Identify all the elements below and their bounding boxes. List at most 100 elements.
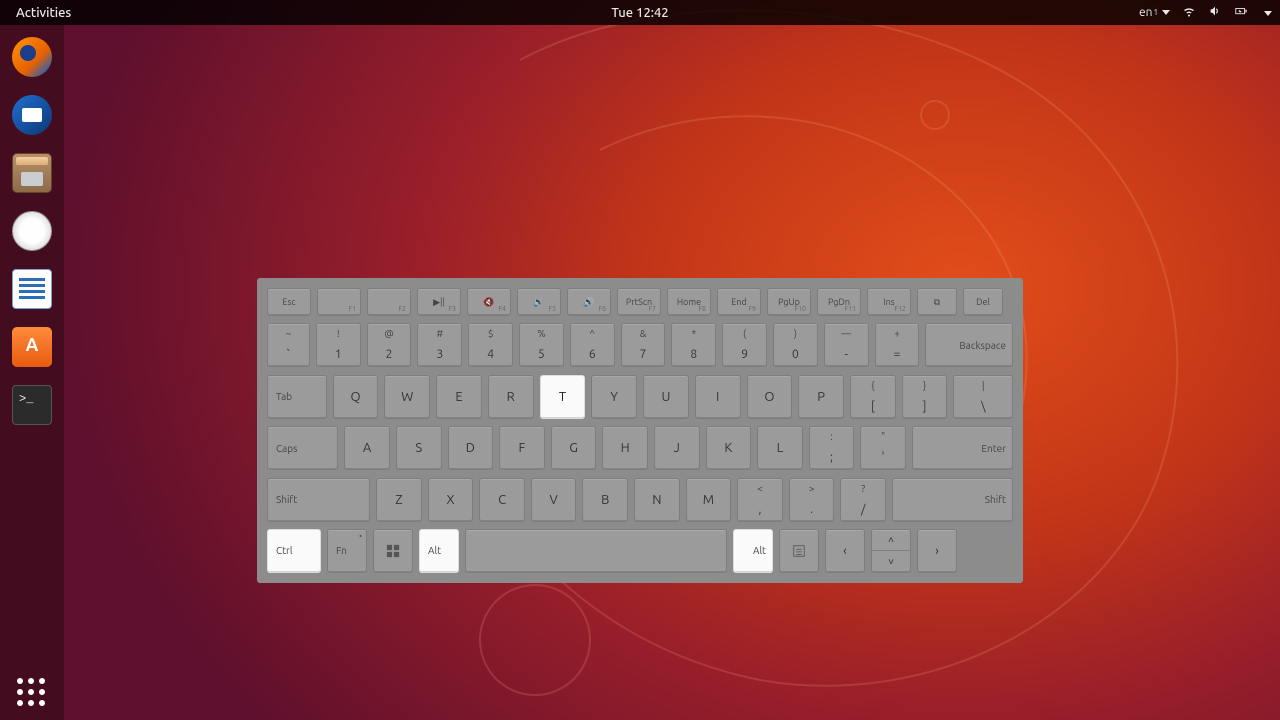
terminal-icon[interactable] xyxy=(8,381,56,429)
key-v[interactable]: V xyxy=(531,478,577,522)
key-prtscn[interactable]: PrtScnF7 xyxy=(617,288,661,316)
key-o[interactable]: O xyxy=(747,375,793,419)
key-[interactable]: <, xyxy=(737,478,783,522)
battery-icon[interactable] xyxy=(1234,4,1248,21)
key-[interactable]: "' xyxy=(860,426,906,470)
key-[interactable]: :; xyxy=(809,426,855,470)
key-w[interactable]: W xyxy=(384,375,430,419)
key-[interactable]: {[ xyxy=(850,375,896,419)
key-h[interactable]: H xyxy=(602,426,648,470)
key-b[interactable]: B xyxy=(582,478,628,522)
key-t[interactable]: T xyxy=(540,375,586,419)
key-[interactable]: —- xyxy=(824,323,869,367)
key-[interactable]: }] xyxy=(902,375,948,419)
key-y[interactable]: Y xyxy=(591,375,637,419)
key-[interactable]: ▶||F3 xyxy=(417,288,461,316)
key-n[interactable]: N xyxy=(634,478,680,522)
software-icon[interactable] xyxy=(8,323,56,371)
key-e[interactable]: E xyxy=(436,375,482,419)
key-menu[interactable] xyxy=(779,529,819,573)
system-menu-caret[interactable] xyxy=(1260,6,1272,19)
key-[interactable]: |\ xyxy=(953,375,1013,419)
key-[interactable]: ⧉ xyxy=(917,288,957,316)
key-[interactable]: ‹ xyxy=(825,529,865,573)
key-caps[interactable]: Caps xyxy=(267,426,338,470)
key-[interactable]: ~` xyxy=(267,323,310,367)
key-pgdn[interactable]: PgDnF11 xyxy=(817,288,861,316)
key-g[interactable]: G xyxy=(551,426,597,470)
key-key[interactable]: F2 xyxy=(367,288,411,316)
key-ctrl[interactable]: Ctrl xyxy=(267,529,321,573)
key-key[interactable] xyxy=(465,529,727,573)
key-home[interactable]: HomeF8 xyxy=(667,288,711,316)
key-1[interactable]: !1 xyxy=(316,323,361,367)
onscreen-keyboard: EscF1F2▶||F3🔇F4🔉F5🔊F6PrtScnF7HomeF8EndF9… xyxy=(257,278,1023,583)
key-4[interactable]: $4 xyxy=(468,323,513,367)
key-q[interactable]: Q xyxy=(333,375,379,419)
key-9[interactable]: (9 xyxy=(722,323,767,367)
key-l[interactable]: L xyxy=(757,426,803,470)
key-[interactable]: 🔉F5 xyxy=(517,288,561,316)
system-tray: en1 xyxy=(1139,4,1272,21)
key-key[interactable]: ˄˅ xyxy=(871,529,911,573)
activities-button[interactable]: Activities xyxy=(8,6,79,20)
key-key[interactable]: F1 xyxy=(317,288,361,316)
key-3[interactable]: #3 xyxy=(417,323,462,367)
key-6[interactable]: ^6 xyxy=(570,323,615,367)
kbd-row-q: TabQWERTYUIOP{[}]|\ xyxy=(267,375,1013,419)
key-5[interactable]: %5 xyxy=(519,323,564,367)
key-del[interactable]: Del xyxy=(963,288,1003,316)
key-d[interactable]: D xyxy=(448,426,494,470)
rhythmbox-icon[interactable] xyxy=(8,207,56,255)
key-8[interactable]: *8 xyxy=(671,323,716,367)
key-esc[interactable]: Esc xyxy=(267,288,311,316)
key-s[interactable]: S xyxy=(396,426,442,470)
kbd-row-fn: EscF1F2▶||F3🔇F4🔉F5🔊F6PrtScnF7HomeF8EndF9… xyxy=(267,288,1013,316)
key-r[interactable]: R xyxy=(488,375,534,419)
key-[interactable]: 🔊F6 xyxy=(567,288,611,316)
key-alt[interactable]: Alt xyxy=(733,529,773,573)
input-method-indicator[interactable]: en1 xyxy=(1139,6,1170,19)
key-[interactable]: › xyxy=(917,529,957,573)
key-shift[interactable]: Shift xyxy=(267,478,370,522)
key-win[interactable] xyxy=(373,529,413,573)
key-ins[interactable]: InsF12 xyxy=(867,288,911,316)
key-i[interactable]: I xyxy=(695,375,741,419)
kbd-row-num: ~`!1@2#3$4%5^6&7*8(9)0—-+=Backspace xyxy=(267,323,1013,367)
key-c[interactable]: C xyxy=(479,478,525,522)
key-fn[interactable]: Fn• xyxy=(327,529,367,573)
firefox-icon[interactable] xyxy=(8,33,56,81)
key-j[interactable]: J xyxy=(654,426,700,470)
key-f[interactable]: F xyxy=(499,426,545,470)
files-icon[interactable] xyxy=(8,149,56,197)
key-k[interactable]: K xyxy=(706,426,752,470)
key-7[interactable]: &7 xyxy=(621,323,666,367)
network-icon[interactable] xyxy=(1182,4,1196,21)
writer-icon[interactable] xyxy=(8,265,56,313)
key-[interactable]: >. xyxy=(789,478,835,522)
key-pgup[interactable]: PgUpF10 xyxy=(767,288,811,316)
key-a[interactable]: A xyxy=(344,426,390,470)
key-x[interactable]: X xyxy=(428,478,474,522)
kbd-row-z: ShiftZXCVBNM<,>.?/Shift xyxy=(267,478,1013,522)
key-2[interactable]: @2 xyxy=(367,323,412,367)
key-tab[interactable]: Tab xyxy=(267,375,327,419)
key-p[interactable]: P xyxy=(798,375,844,419)
key-enter[interactable]: Enter xyxy=(912,426,1013,470)
key-0[interactable]: )0 xyxy=(773,323,818,367)
key-u[interactable]: U xyxy=(643,375,689,419)
kbd-row-bot: CtrlFn• Alt Alt ‹˄˅› xyxy=(267,529,1013,573)
clock[interactable]: Tue 12:42 xyxy=(611,6,668,20)
key-shift[interactable]: Shift xyxy=(892,478,1013,522)
key-[interactable]: += xyxy=(875,323,920,367)
key-alt[interactable]: Alt xyxy=(419,529,459,573)
volume-icon[interactable] xyxy=(1208,4,1222,21)
key-z[interactable]: Z xyxy=(376,478,422,522)
key-m[interactable]: M xyxy=(686,478,732,522)
key-[interactable]: ?/ xyxy=(840,478,886,522)
key-end[interactable]: EndF9 xyxy=(717,288,761,316)
key-[interactable]: 🔇F4 xyxy=(467,288,511,316)
show-applications-button[interactable] xyxy=(0,678,64,708)
thunderbird-icon[interactable] xyxy=(8,91,56,139)
key-backspace[interactable]: Backspace xyxy=(925,323,1013,367)
